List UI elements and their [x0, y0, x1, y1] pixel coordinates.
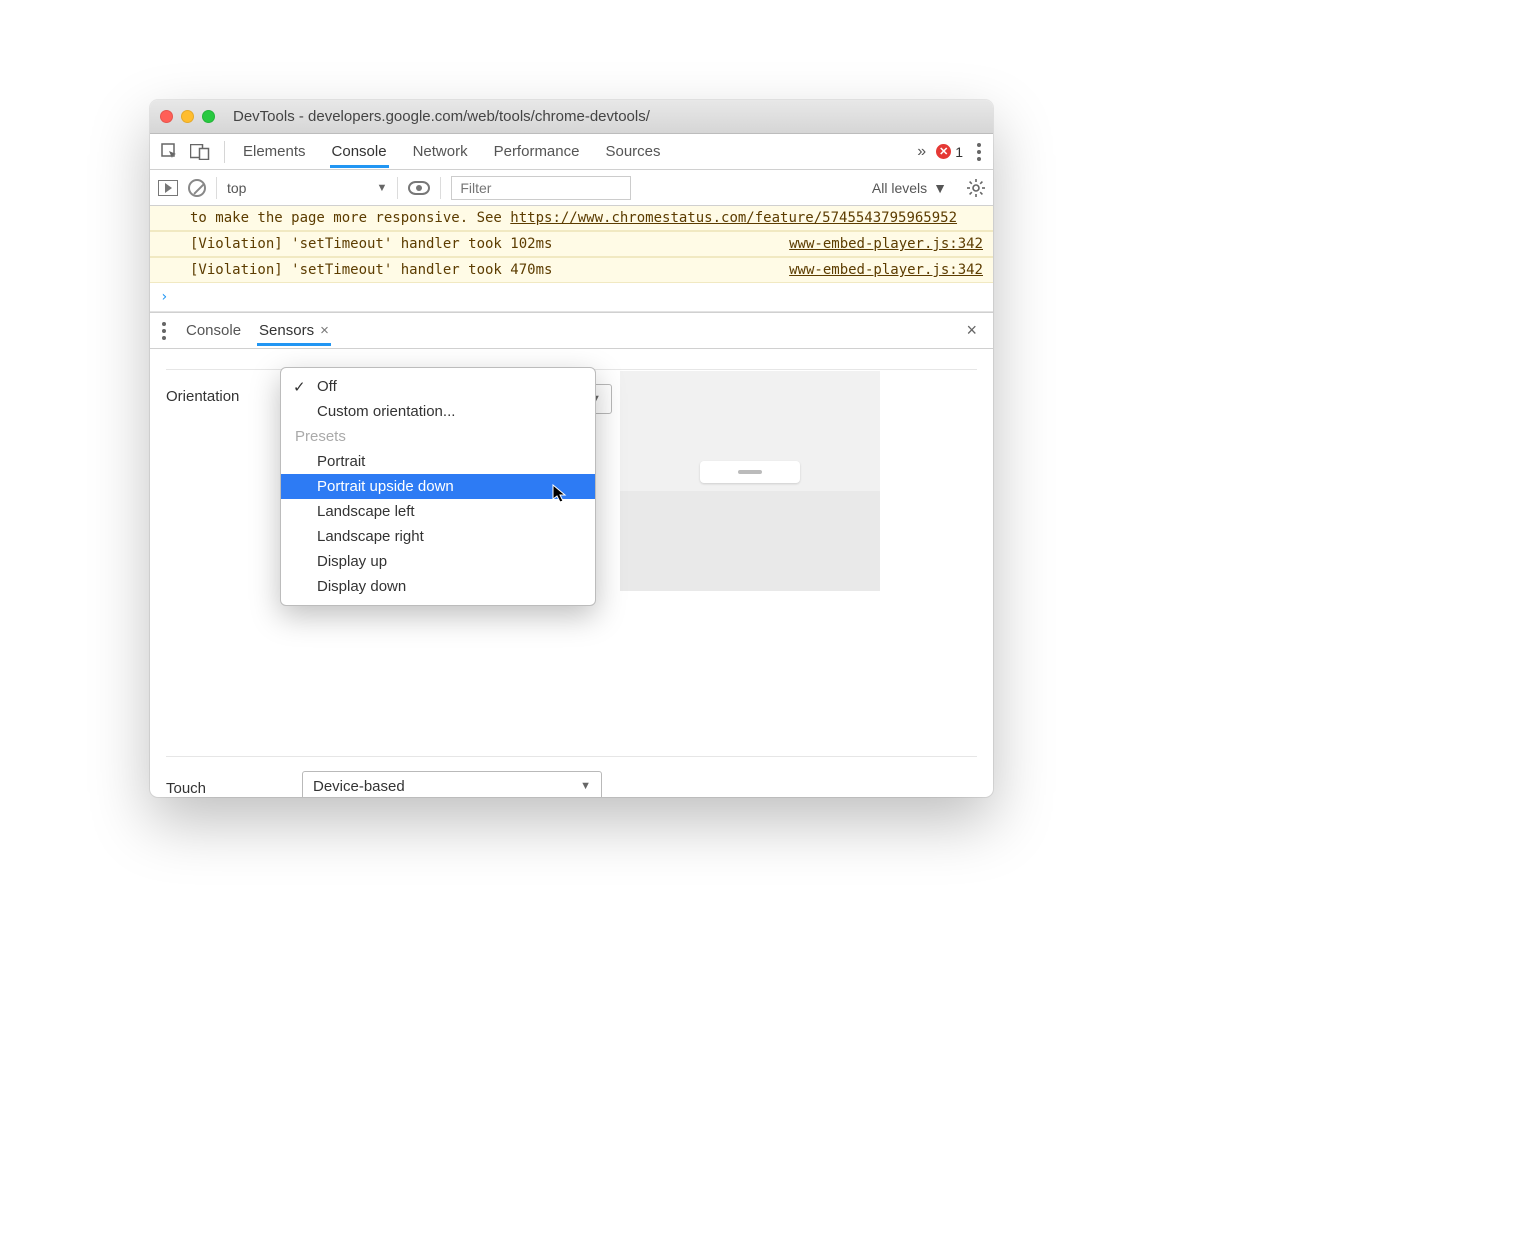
- device-toolbar-icon[interactable]: [188, 140, 212, 164]
- error-badge[interactable]: ✕ 1: [936, 144, 963, 160]
- console-source-link[interactable]: www-embed-player.js:342: [789, 262, 983, 278]
- error-count: 1: [955, 144, 963, 160]
- inspect-element-icon[interactable]: [158, 140, 182, 164]
- dropdown-item-portrait[interactable]: Portrait: [281, 449, 595, 474]
- console-message: to make the page more responsive. See ht…: [190, 210, 957, 226]
- dropdown-item-display-up[interactable]: Display up: [281, 549, 595, 574]
- context-value: top: [227, 180, 246, 196]
- levels-label: All levels: [872, 180, 927, 196]
- main-tabbar: Elements Console Network Performance Sou…: [150, 134, 993, 170]
- separator: [224, 141, 225, 163]
- console-body: to make the page more responsive. See ht…: [150, 206, 993, 312]
- dropdown-item-portrait-upside-down[interactable]: Portrait upside down: [281, 474, 595, 499]
- console-row: [Violation] 'setTimeout' handler took 10…: [150, 231, 993, 257]
- chevron-down-icon: ▼: [376, 182, 387, 194]
- tabs-overflow-icon[interactable]: »: [917, 143, 926, 161]
- tab-network[interactable]: Network: [411, 135, 470, 168]
- console-row: [Violation] 'setTimeout' handler took 47…: [150, 257, 993, 283]
- filter-input[interactable]: [451, 176, 631, 200]
- console-toolbar: top ▼ All levels ▼: [150, 170, 993, 206]
- dropdown-item-landscape-left[interactable]: Landscape left: [281, 499, 595, 524]
- zoom-window-button[interactable]: [202, 110, 215, 123]
- chevron-down-icon: ▼: [580, 780, 591, 792]
- separator: [440, 177, 441, 199]
- context-selector[interactable]: top ▼: [227, 180, 387, 196]
- console-source-link[interactable]: www-embed-player.js:342: [789, 236, 983, 252]
- drawer-close-icon[interactable]: ×: [958, 316, 985, 345]
- console-message: [Violation] 'setTimeout' handler took 10…: [190, 236, 552, 252]
- drawer: Console Sensors × × Orientation ▼ Off: [150, 312, 993, 797]
- console-message: [Violation] 'setTimeout' handler took 47…: [190, 262, 552, 278]
- touch-label: Touch: [166, 776, 266, 797]
- drawer-tab-label: Sensors: [259, 322, 314, 339]
- gear-icon[interactable]: [967, 179, 985, 197]
- tab-sources[interactable]: Sources: [603, 135, 662, 168]
- console-prompt[interactable]: ›: [150, 283, 993, 312]
- console-row: to make the page more responsive. See ht…: [150, 206, 993, 231]
- close-tab-icon[interactable]: ×: [320, 322, 329, 339]
- dropdown-presets-header: Presets: [281, 424, 595, 449]
- drawer-tab-console[interactable]: Console: [184, 315, 243, 346]
- tab-performance[interactable]: Performance: [492, 135, 582, 168]
- main-menu-icon[interactable]: [973, 139, 985, 165]
- devtools-window: DevTools - developers.google.com/web/too…: [150, 100, 993, 797]
- main-tabs: Elements Console Network Performance Sou…: [241, 135, 663, 168]
- dropdown-item-custom[interactable]: Custom orientation...: [281, 399, 595, 424]
- drawer-tabbar: Console Sensors × ×: [150, 313, 993, 349]
- touch-row: Touch Device-based ▼: [166, 756, 977, 797]
- orientation-preview: [620, 371, 880, 591]
- sensors-panel: Orientation ▼ Off Custom orientation... …: [150, 349, 993, 797]
- touch-value: Device-based: [313, 778, 405, 795]
- orientation-dropdown: Off Custom orientation... Presets Portra…: [280, 367, 596, 606]
- close-window-button[interactable]: [160, 110, 173, 123]
- tab-console[interactable]: Console: [330, 135, 389, 168]
- dropdown-item-off[interactable]: Off: [281, 374, 595, 399]
- drawer-tab-sensors[interactable]: Sensors ×: [257, 315, 331, 346]
- dropdown-item-display-down[interactable]: Display down: [281, 574, 595, 599]
- error-icon: ✕: [936, 144, 951, 159]
- titlebar: DevTools - developers.google.com/web/too…: [150, 100, 993, 134]
- dropdown-item-landscape-right[interactable]: Landscape right: [281, 524, 595, 549]
- execution-context-icon[interactable]: [158, 180, 178, 196]
- separator: [397, 177, 398, 199]
- traffic-lights: [160, 110, 215, 123]
- orientation-label: Orientation: [166, 384, 266, 405]
- touch-select[interactable]: Device-based ▼: [302, 771, 602, 797]
- chevron-down-icon: ▼: [933, 180, 947, 196]
- separator: [216, 177, 217, 199]
- console-link[interactable]: https://www.chromestatus.com/feature/574…: [510, 210, 957, 226]
- tab-elements[interactable]: Elements: [241, 135, 308, 168]
- clear-console-icon[interactable]: [188, 179, 206, 197]
- window-title: DevTools - developers.google.com/web/too…: [233, 108, 650, 125]
- minimize-window-button[interactable]: [181, 110, 194, 123]
- drawer-menu-icon[interactable]: [158, 318, 170, 344]
- device-mock-icon: [700, 461, 800, 483]
- log-levels-selector[interactable]: All levels ▼: [872, 180, 947, 196]
- live-expression-icon[interactable]: [408, 181, 430, 195]
